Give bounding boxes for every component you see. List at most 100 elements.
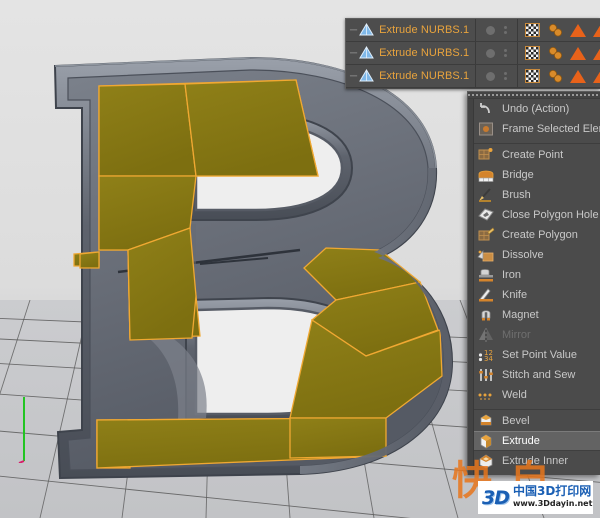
object-tags[interactable] bbox=[518, 65, 600, 87]
extrude-nurbs-icon bbox=[359, 46, 374, 59]
watermark-site-url: www.3Ddayin.net bbox=[513, 499, 593, 509]
iron-icon bbox=[479, 269, 493, 282]
svg-text:34: 34 bbox=[484, 355, 493, 363]
watermark-logo-box: 3D 中国3D打印网 www.3Ddayin.net bbox=[478, 481, 593, 514]
watermark-site-name: 中国3D打印网 bbox=[513, 484, 592, 499]
menu-item-label: Knife bbox=[502, 289, 528, 301]
close-polygon-hole-icon bbox=[478, 208, 494, 221]
brush-icon bbox=[479, 188, 491, 202]
menu-item-stitch-and-sew[interactable]: Stitch and Sew bbox=[474, 365, 600, 385]
object-tags[interactable] bbox=[518, 42, 600, 64]
bridge-icon bbox=[478, 170, 494, 182]
render-visibility-dot[interactable] bbox=[504, 54, 507, 57]
selection-tag[interactable] bbox=[570, 69, 586, 83]
material-tag[interactable] bbox=[547, 46, 563, 60]
extrude-nurbs-icon bbox=[359, 69, 374, 82]
checker-texture-tag[interactable] bbox=[525, 23, 540, 37]
visibility-dot[interactable] bbox=[486, 71, 495, 81]
menu-item-close-polygon-hole[interactable]: Close Polygon Hole bbox=[474, 205, 600, 225]
visibility-dot[interactable] bbox=[486, 48, 495, 58]
menu-item-label: Weld bbox=[502, 389, 527, 401]
tree-dash-icon: ─ bbox=[350, 47, 358, 59]
create-point-icon bbox=[478, 148, 493, 160]
checker-texture-tag[interactable] bbox=[525, 46, 540, 60]
menu-item-frame-selected[interactable]: Frame Selected Elem bbox=[474, 119, 600, 139]
selection-tag[interactable] bbox=[593, 46, 600, 60]
menu-item-label: Create Point bbox=[502, 149, 564, 161]
watermark-3d-logo: 3D bbox=[482, 486, 510, 509]
selection-tag[interactable] bbox=[593, 23, 600, 37]
undo-icon bbox=[480, 103, 490, 114]
menu-item-label: Frame Selected Elem bbox=[502, 123, 600, 135]
object-visibility-dots[interactable] bbox=[476, 65, 518, 87]
menu-item-bevel[interactable]: Bevel bbox=[474, 411, 600, 431]
menu-item-weld[interactable]: Weld bbox=[474, 385, 600, 405]
object-manager-panel[interactable]: ─ Extrude NURBS.1 ─ Extrude NURBS.1 ─ Ex… bbox=[345, 18, 600, 89]
tree-dash-icon: ─ bbox=[350, 24, 358, 36]
object-manager-row[interactable]: ─ Extrude NURBS.1 bbox=[346, 42, 600, 65]
menu-item-set-point-value[interactable]: 12 34 Set Point Value bbox=[474, 345, 600, 365]
application-window: ─ Extrude NURBS.1 ─ Extrude NURBS.1 ─ Ex… bbox=[0, 0, 600, 518]
menu-item-label: Mirror bbox=[502, 329, 531, 341]
watermark-text-block: 中国3D打印网 www.3Ddayin.net bbox=[513, 485, 592, 509]
checker-texture-tag[interactable] bbox=[525, 69, 540, 83]
frame-selected-icon bbox=[479, 122, 493, 136]
menu-item-label: Create Polygon bbox=[502, 229, 578, 241]
menu-item-label: Dissolve bbox=[502, 249, 544, 261]
render-visibility-dot[interactable] bbox=[504, 31, 507, 34]
menu-item-create-point[interactable]: Create Point bbox=[474, 145, 600, 165]
selection-tag[interactable] bbox=[570, 46, 586, 60]
context-menu[interactable]: Undo (Action) Frame Selected Elem Create… bbox=[467, 91, 600, 475]
menu-separator bbox=[474, 139, 600, 144]
menu-item-brush[interactable]: Brush bbox=[474, 185, 600, 205]
weld-icon bbox=[478, 393, 492, 400]
editor-render-dots[interactable] bbox=[504, 49, 507, 57]
tree-dash-icon: ─ bbox=[350, 70, 358, 82]
visibility-dot[interactable] bbox=[486, 25, 495, 35]
object-name-cell[interactable]: ─ Extrude NURBS.1 bbox=[346, 65, 476, 87]
menu-item-label: Bridge bbox=[502, 169, 534, 181]
menu-drag-handle[interactable] bbox=[468, 92, 600, 99]
editor-render-dots[interactable] bbox=[504, 72, 507, 80]
extrude-nurbs-icon bbox=[359, 23, 374, 36]
editor-visibility-dot[interactable] bbox=[504, 26, 507, 29]
material-tag[interactable] bbox=[547, 69, 563, 83]
extrude-icon bbox=[480, 434, 492, 449]
menu-item-iron[interactable]: Iron bbox=[474, 265, 600, 285]
selection-tag[interactable] bbox=[593, 69, 600, 83]
menu-item-dissolve[interactable]: Dissolve bbox=[474, 245, 600, 265]
menu-item-undo[interactable]: Undo (Action) bbox=[474, 99, 600, 119]
object-tags[interactable] bbox=[518, 19, 600, 41]
menu-item-label: Stitch and Sew bbox=[502, 369, 576, 381]
selection-tag[interactable] bbox=[570, 23, 586, 37]
editor-visibility-dot[interactable] bbox=[504, 49, 507, 52]
object-visibility-dots[interactable] bbox=[476, 19, 518, 41]
object-manager-row[interactable]: ─ Extrude NURBS.1 bbox=[346, 19, 600, 42]
menu-item-label: Set Point Value bbox=[502, 349, 578, 361]
editor-render-dots[interactable] bbox=[504, 26, 507, 34]
stitch-and-sew-icon bbox=[479, 369, 493, 381]
menu-item-magnet[interactable]: Magnet bbox=[474, 305, 600, 325]
menu-item-label: Undo (Action) bbox=[502, 103, 570, 115]
bevel-icon bbox=[480, 414, 492, 426]
menu-item-mirror[interactable]: Mirror bbox=[474, 325, 600, 345]
create-polygon-icon bbox=[478, 227, 495, 241]
mirror-icon bbox=[479, 328, 493, 342]
object-label: Extrude NURBS.1 bbox=[379, 47, 470, 59]
object-name-cell[interactable]: ─ Extrude NURBS.1 bbox=[346, 42, 476, 64]
menu-item-label: Iron bbox=[502, 269, 521, 281]
object-manager-row[interactable]: ─ Extrude NURBS.1 bbox=[346, 65, 600, 88]
object-name-cell[interactable]: ─ Extrude NURBS.1 bbox=[346, 19, 476, 41]
dissolve-icon bbox=[477, 250, 494, 262]
menu-item-label: Magnet bbox=[502, 309, 539, 321]
editor-visibility-dot[interactable] bbox=[504, 72, 507, 75]
material-tag[interactable] bbox=[547, 23, 563, 37]
menu-item-knife[interactable]: Knife bbox=[474, 285, 600, 305]
menu-item-create-polygon[interactable]: Create Polygon bbox=[474, 225, 600, 245]
menu-item-list[interactable]: Undo (Action) Frame Selected Elem Create… bbox=[474, 99, 600, 475]
object-visibility-dots[interactable] bbox=[476, 42, 518, 64]
menu-item-bridge[interactable]: Bridge bbox=[474, 165, 600, 185]
render-visibility-dot[interactable] bbox=[504, 77, 507, 80]
menu-separator bbox=[474, 405, 600, 410]
magnet-icon bbox=[481, 310, 491, 321]
